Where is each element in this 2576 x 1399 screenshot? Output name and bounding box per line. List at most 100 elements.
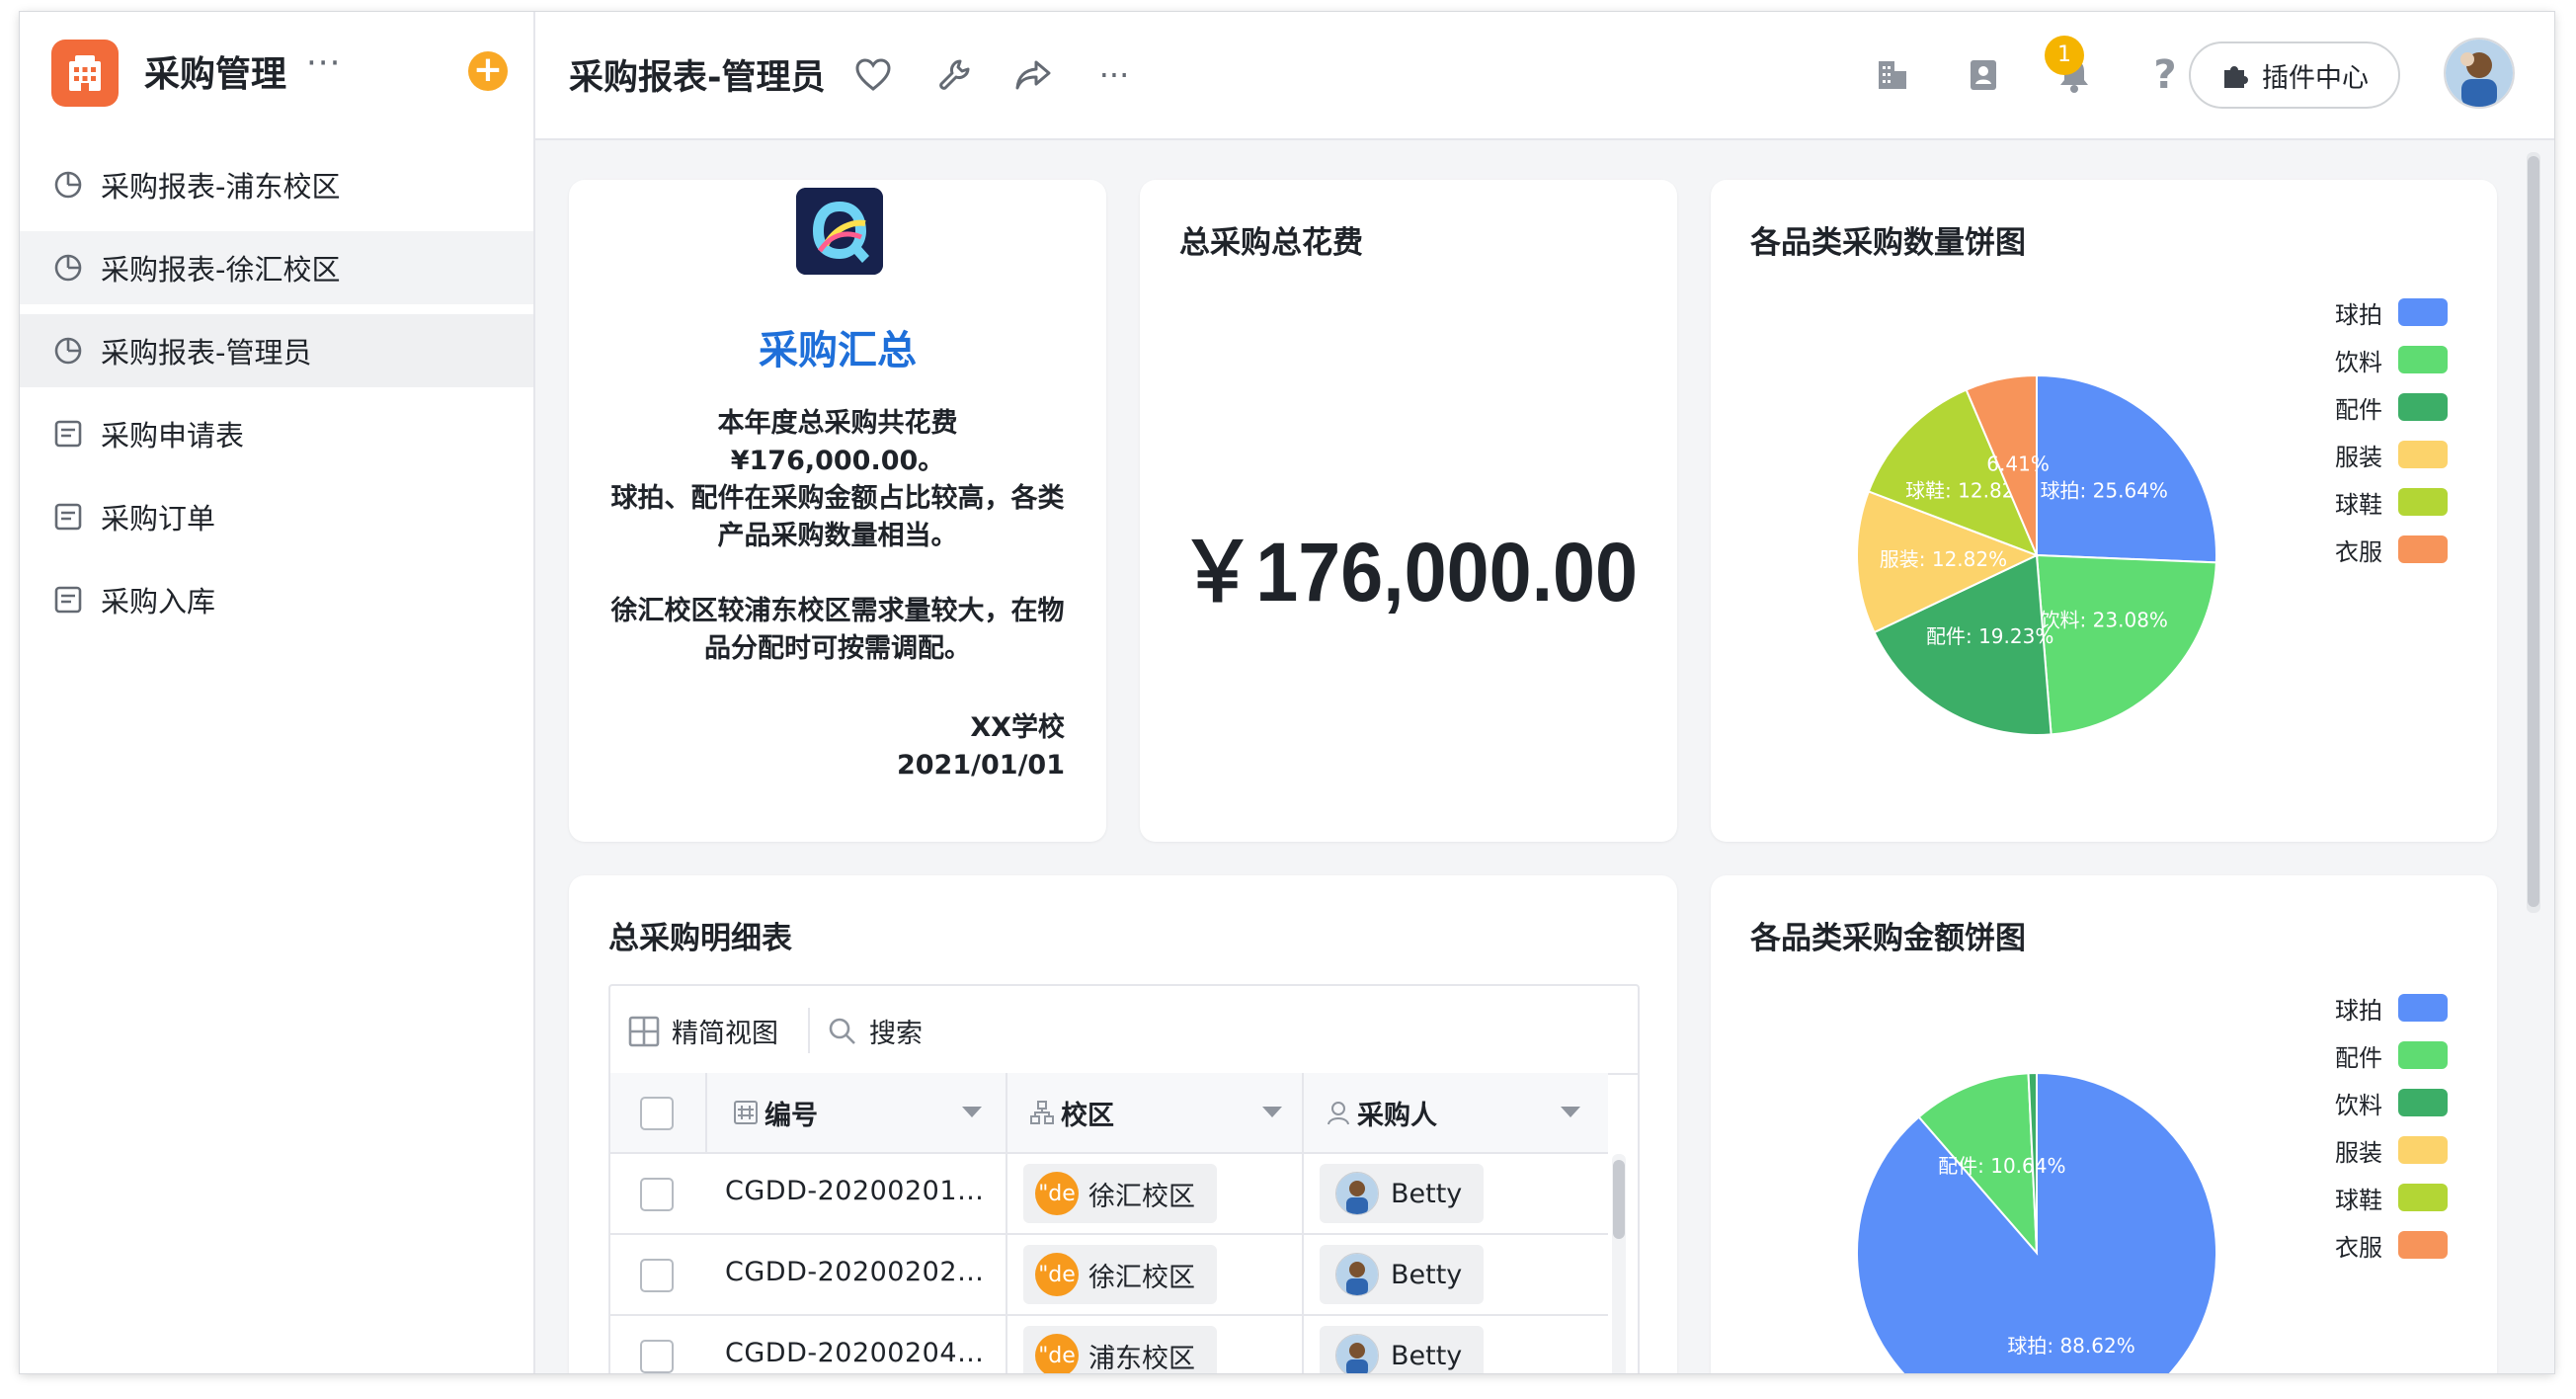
chevron-down-icon[interactable] [1561, 1107, 1580, 1117]
legend-swatch [2398, 1089, 2448, 1116]
sidebar-item-report-admin[interactable]: 采购报表-管理员 [20, 314, 533, 387]
hierarchy-icon [1029, 1100, 1055, 1125]
legend-item[interactable]: 球鞋 [2335, 1174, 2448, 1221]
legend-swatch [2398, 1184, 2448, 1211]
app-header: 采购管理 ··· + [20, 12, 533, 132]
plugin-center-label: 插件中心 [2262, 62, 2369, 94]
column-header-campus[interactable]: 校区 [1029, 1073, 1286, 1152]
campus-chip[interactable]: "de 徐汇校区 [1023, 1164, 1217, 1223]
chevron-down-icon[interactable] [1262, 1107, 1282, 1117]
user-avatar[interactable] [2444, 38, 2515, 109]
view-switch[interactable]: 精简视图 [628, 1012, 778, 1050]
grid-icon [628, 1016, 660, 1047]
summary-paragraph-1: 本年度总采购共花费 ¥176,000.00。 球拍、配件在采购金额占比较高，各类… [610, 408, 1065, 551]
total-spend-value: ￥176,000.00 [1178, 526, 1639, 618]
card-title: 各品类采购金额饼图 [1750, 921, 2026, 956]
sidebar-item-purchase-request[interactable]: 采购申请表 [20, 397, 533, 470]
sidebar-item-label: 采购报表-徐汇校区 [101, 253, 341, 287]
card-title: 总采购总花费 [1179, 225, 1363, 261]
help-icon[interactable]: ? [2145, 52, 2185, 98]
legend-swatch [2398, 994, 2448, 1022]
campus-chip-label: 浦东校区 [1088, 1343, 1195, 1374]
sidebar-item-report-pudong[interactable]: 采购报表-浦东校区 [20, 148, 533, 221]
table-row[interactable]: CGDD-20200202… "de 徐汇校区 Betty [610, 1235, 1608, 1316]
app-more-icon[interactable]: ··· [306, 43, 341, 83]
legend-item[interactable]: 配件 [2335, 383, 2448, 431]
legend-label: 饮料 [2335, 348, 2382, 376]
legend-item[interactable]: 配件 [2335, 1031, 2448, 1079]
sidebar-item-label: 采购订单 [101, 502, 216, 535]
chart-icon [53, 336, 83, 366]
building-icon[interactable] [51, 40, 119, 107]
organization-icon[interactable] [1873, 55, 1912, 95]
pie-slice-label: 6.41% [1986, 452, 2050, 475]
buyer-chip[interactable]: Betty [1320, 1164, 1485, 1223]
plugin-center-button[interactable]: 插件中心 [2189, 41, 2400, 109]
buyer-avatar [1335, 1172, 1379, 1215]
heart-icon[interactable] [853, 55, 893, 95]
legend-item[interactable]: 球拍 [2335, 984, 2448, 1031]
legend-item[interactable]: 球鞋 [2335, 478, 2448, 526]
legend-item[interactable]: 服装 [2335, 431, 2448, 478]
legend-item[interactable]: 球拍 [2335, 288, 2448, 336]
legend-item[interactable]: 衣服 [2335, 1221, 2448, 1269]
row-checkbox[interactable] [640, 1259, 674, 1292]
buyer-chip[interactable]: Betty [1320, 1245, 1485, 1304]
campus-chip-label: 徐汇校区 [1088, 1262, 1195, 1293]
table-row[interactable]: CGDD-20200201… "de 徐汇校区 Betty [610, 1154, 1608, 1235]
summary-body: 本年度总采购共花费 ¥176,000.00。 球拍、配件在采购金额占比较高，各类… [608, 405, 1067, 668]
app-window: 采购管理 ··· + 采购报表-浦东校区 采购报表-徐汇校区 采购报表-管理员 … [20, 12, 2554, 1373]
column-divider [1302, 1154, 1304, 1233]
legend-label: 饮料 [2335, 1091, 2382, 1119]
cell-id[interactable]: CGDD-20200201… [725, 1176, 985, 1206]
legend-item[interactable]: 服装 [2335, 1126, 2448, 1174]
sidebar-item-label: 采购报表-管理员 [101, 336, 312, 370]
campus-chip[interactable]: "de 浦东校区 [1023, 1326, 1217, 1373]
view-label: 精简视图 [672, 1019, 778, 1049]
wrench-icon[interactable] [934, 55, 974, 95]
legend-label: 球鞋 [2335, 490, 2382, 519]
detail-table-card: 总采购明细表 精简视图 搜索 编号 校区 采购人 CGDD-20200201… … [569, 875, 1677, 1373]
column-divider [1006, 1154, 1007, 1233]
sidebar-item-purchase-storage[interactable]: 采购入库 [20, 563, 533, 636]
row-checkbox[interactable] [640, 1340, 674, 1373]
share-icon[interactable] [1013, 55, 1053, 95]
legend-item[interactable]: 饮料 [2335, 1079, 2448, 1126]
table-scrollbar[interactable] [1613, 1160, 1625, 1239]
pie-slice[interactable] [2036, 373, 2217, 564]
campus-chip-icon: "de [1035, 1334, 1079, 1373]
legend-swatch [2398, 393, 2448, 421]
more-icon[interactable]: ··· [1094, 55, 1134, 95]
add-icon[interactable]: + [468, 51, 508, 91]
sidebar-item-label: 采购报表-浦东校区 [101, 170, 341, 204]
search-button[interactable]: 搜索 [828, 1012, 923, 1050]
form-icon [53, 419, 83, 449]
pie-slice-label: 配件: 10.64% [1938, 1154, 2065, 1178]
pie-slice-label: 球拍: 88.62% [2007, 1334, 2134, 1358]
signature-date: 2021/01/01 [896, 750, 1065, 781]
column-header-buyer[interactable]: 采购人 [1326, 1073, 1582, 1152]
cell-id[interactable]: CGDD-20200204… [725, 1338, 985, 1368]
column-header-id[interactable]: 编号 [733, 1073, 1029, 1152]
contacts-icon[interactable] [1964, 55, 2003, 95]
campus-chip-label: 徐汇校区 [1088, 1181, 1195, 1212]
chevron-down-icon[interactable] [962, 1107, 982, 1117]
legend-label: 衣服 [2335, 1233, 2382, 1262]
sidebar-item-report-xuhui[interactable]: 采购报表-徐汇校区 [20, 231, 533, 304]
table-row[interactable]: CGDD-20200204… "de 浦东校区 Betty [610, 1316, 1608, 1373]
sidebar-item-purchase-order[interactable]: 采购订单 [20, 480, 533, 553]
select-all-checkbox[interactable] [640, 1097, 674, 1130]
legend-item[interactable]: 饮料 [2335, 336, 2448, 383]
buyer-chip[interactable]: Betty [1320, 1326, 1485, 1373]
row-checkbox[interactable] [640, 1178, 674, 1211]
chart-icon [53, 170, 83, 200]
cell-id[interactable]: CGDD-20200202… [725, 1257, 985, 1287]
main-scrollbar[interactable] [2528, 156, 2539, 907]
legend-label: 衣服 [2335, 537, 2382, 566]
legend-item[interactable]: 衣服 [2335, 526, 2448, 573]
pie-slice[interactable] [2035, 553, 2217, 736]
puzzle-icon [2220, 60, 2250, 90]
buyer-chip-label: Betty [1391, 1178, 1463, 1209]
campus-chip[interactable]: "de 徐汇校区 [1023, 1245, 1217, 1304]
legend-label: 配件 [2335, 1043, 2382, 1072]
